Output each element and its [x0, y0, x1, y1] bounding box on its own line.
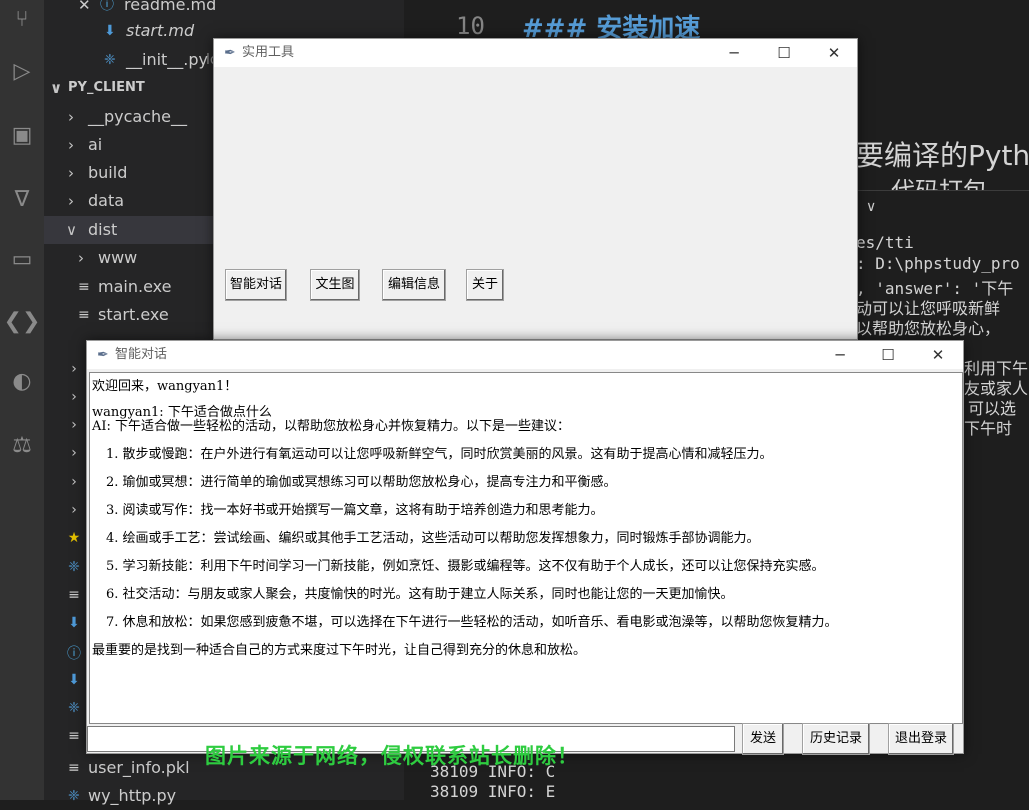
python-icon: ❈ — [68, 788, 80, 804]
explorer-item-label: start.md — [126, 21, 195, 40]
chevron-right-icon: › — [68, 136, 74, 154]
line-number: 10 — [456, 12, 485, 40]
python-icon[interactable]: ❈ — [64, 700, 84, 716]
file-lines-icon: ≡ — [78, 307, 90, 323]
python-icon: ❈ — [104, 52, 116, 68]
explorer-item-label: __init__.py — [126, 50, 209, 69]
history-button[interactable]: 历史记录 — [802, 723, 870, 755]
tools-window: ✒ 实用工具 ─ ☐ ✕ 智能对话 文生图 编辑信息 关于 — [213, 38, 858, 340]
file-lines-icon[interactable]: ≡ — [64, 587, 84, 603]
chevron-right-icon: › — [68, 164, 74, 182]
suggestion-item: 3. 阅读或写作：找一本好书或开始撰写一篇文章，这将有助于培养创造力和思考能力。 — [106, 503, 604, 518]
smart-chat-button[interactable]: 智能对话 — [225, 269, 287, 301]
chevron-right-icon: › — [78, 249, 84, 267]
chevron-right-icon[interactable]: › — [64, 361, 84, 377]
explorer-item-label: start.exe — [98, 305, 169, 324]
explorer-file-wy-http[interactable]: ❈ wy_http.py — [44, 782, 404, 810]
folder-title: PY_CLIENT — [68, 80, 145, 95]
chevron-down-icon[interactable]: ∨ — [866, 199, 876, 215]
chevron-right-icon[interactable]: › — [64, 502, 84, 518]
close-icon[interactable]: ✕ — [811, 39, 857, 67]
testing-flask-icon[interactable]: ∇ — [0, 180, 44, 220]
tools-window-title: 实用工具 — [242, 45, 295, 60]
ai-message-intro: AI: 下午适合做一些轻松的活动，以帮助您放松身心并恢复精力。以下是一些建议： — [92, 419, 571, 434]
chevron-down-icon: ∨ — [50, 79, 63, 97]
send-button[interactable]: 发送 — [742, 723, 784, 755]
source-control-icon[interactable]: ⑂ — [0, 0, 44, 40]
welcome-message: 欢迎回来，wangyan1！ — [92, 379, 238, 394]
feather-icon: ✒ — [97, 347, 109, 363]
chevron-right-icon[interactable]: › — [64, 474, 84, 490]
minimize-icon[interactable]: ─ — [817, 341, 863, 369]
file-lines-icon[interactable]: ≡ — [64, 728, 84, 744]
activity-bar: ⑂ ▷ ▣ ∇ ▭ ❮❯ ◐ ⚖ — [0, 0, 44, 800]
explorer-item-label: data — [88, 191, 125, 210]
chat-history-text[interactable]: 欢迎回来，wangyan1！ wangyan1: 下午适合做点什么 AI: 下午… — [89, 372, 963, 724]
maximize-icon[interactable]: ☐ — [761, 39, 807, 67]
chevron-down-icon: ∨ — [66, 221, 77, 239]
file-lines-icon: ≡ — [68, 760, 80, 776]
ai-message-conclusion: 最重要的是找到一种适合自己的方式来度过下午时光，让自己得到充分的休息和放松。 — [92, 643, 587, 658]
extensions-icon[interactable]: ▣ — [0, 116, 44, 156]
explorer-item-label: __pycache__ — [88, 107, 188, 126]
run-debug-icon[interactable]: ▷ — [0, 52, 44, 92]
terminal-log-line: 38109 INFO: E — [430, 782, 556, 801]
chevron-right-icon: › — [68, 108, 74, 126]
tools-window-titlebar[interactable]: ✒ 实用工具 ─ ☐ ✕ — [214, 39, 857, 67]
terminal-line: 下午时 — [964, 419, 1013, 438]
explorer-item-label: main.exe — [98, 277, 172, 296]
terminal-line: es/tti — [856, 233, 914, 252]
chevron-right-icon[interactable]: › — [64, 445, 84, 461]
suggestion-item: 7. 休息和放松：如果您感到疲惫不堪，可以选择在下午进行一些轻松的活动，如听音乐… — [106, 615, 838, 630]
close-icon[interactable]: ✕ — [915, 341, 961, 369]
suggestion-item: 2. 瑜伽或冥想：进行简单的瑜伽或冥想练习可以帮助您放松身心，提高专注力和平衡感… — [106, 475, 617, 490]
edit-info-button[interactable]: 编辑信息 — [382, 269, 446, 301]
download-arrow-icon: ⬇ — [104, 23, 116, 39]
explorer-item-label: dist — [88, 220, 118, 239]
suggestion-item: 1. 散步或慢跑：在户外进行有氧运动可以让您呼吸新鲜空气，同时欣赏美丽的风景。这… — [106, 447, 773, 462]
chevron-right-icon: › — [68, 192, 74, 210]
python-icon[interactable]: ❈ — [64, 559, 84, 575]
folder-icon[interactable]: ▭ — [0, 240, 44, 280]
star-icon[interactable]: ★ — [64, 530, 84, 546]
suggestion-item: 4. 绘画或手工艺：尝试绘画、编织或其他手工艺活动，这些活动可以帮助您发挥想象力… — [106, 531, 760, 546]
chat-window-titlebar[interactable]: ✒ 智能对话 ─ ☐ ✕ — [87, 341, 963, 369]
feather-icon: ✒ — [224, 45, 236, 61]
about-button[interactable]: 关于 — [466, 269, 504, 301]
suggestion-item: 6. 社交活动：与朋友或家人聚会，共度愉快的时光。这有助于建立人际关系，同时也能… — [106, 587, 734, 602]
explorer-item-label: build — [88, 163, 128, 182]
terminal-line: : D:\phpstudy_pro — [856, 254, 1020, 273]
remote-explorer-icon[interactable]: ❮❯ — [0, 302, 44, 342]
suggestion-item: 5. 学习新技能：利用下午时间学习一门新技能，例如烹饪、摄影或编程等。这不仅有助… — [106, 559, 825, 574]
download-arrow-icon[interactable]: ⬇ — [64, 615, 84, 631]
chevron-right-icon[interactable]: › — [64, 389, 84, 405]
explorer-item-label: wy_http.py — [88, 786, 177, 805]
info-icon[interactable]: ⓘ — [64, 643, 84, 663]
watermark-text: 图片来源于网络，侵权联系站长删除！ — [205, 744, 579, 768]
translate-icon[interactable]: ⚖ — [0, 426, 44, 466]
editor-text-line: 要编译的Pyth — [856, 139, 1029, 172]
explorer-item-label: www — [98, 248, 138, 267]
chat-window-title: 智能对话 — [115, 347, 168, 362]
chat-window: ✒ 智能对话 ─ ☐ ✕ 欢迎回来，wangyan1！ wangyan1: 下午… — [86, 340, 964, 755]
logout-button[interactable]: 退出登录 — [888, 723, 954, 755]
explorer-item-label: ai — [88, 135, 103, 154]
file-lines-icon: ≡ — [78, 279, 90, 295]
maximize-icon[interactable]: ☐ — [865, 341, 911, 369]
download-arrow-icon[interactable]: ⬇ — [64, 672, 84, 688]
text-to-image-button[interactable]: 文生图 — [310, 269, 360, 301]
chevron-right-icon[interactable]: › — [64, 417, 84, 433]
edge-browser-icon[interactable]: ◐ — [0, 362, 44, 402]
explorer-item-label: user_info.pkl — [88, 758, 190, 777]
minimize-icon[interactable]: ─ — [711, 39, 757, 67]
